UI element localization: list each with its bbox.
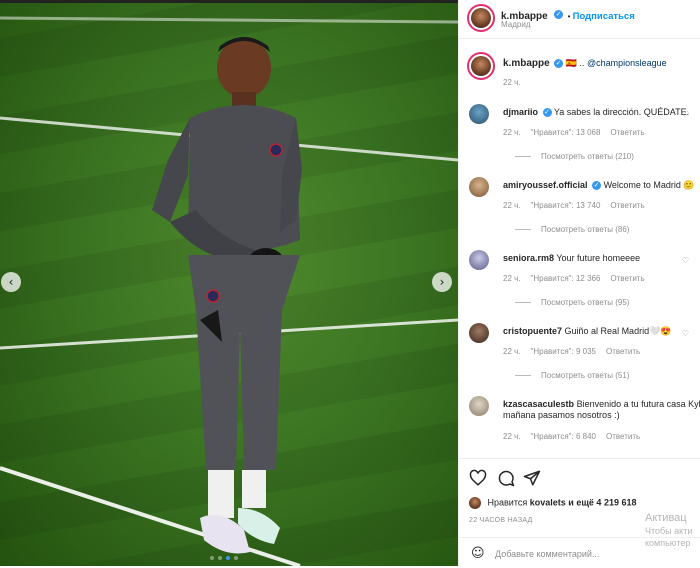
commenter-avatar[interactable] (469, 104, 489, 124)
reply-button[interactable]: Ответить (610, 128, 644, 137)
caption-avatar[interactable] (471, 56, 491, 76)
caption-flags: 🇪🇸 .. (565, 58, 585, 68)
verified-icon: ✓ (542, 108, 552, 118)
comment-likes[interactable]: "Нравится": 13 740 (531, 201, 601, 210)
commenter-avatar[interactable] (469, 177, 489, 197)
top-edge (0, 0, 458, 3)
commenter-avatar[interactable] (469, 396, 489, 416)
comment-item: kzascasaculestb Bienvenido a tu futura c… (469, 396, 700, 452)
caption-username[interactable]: k.mbappe (503, 58, 550, 69)
like-comment-icon[interactable]: ♡ (682, 183, 689, 192)
commenter-username[interactable]: cristopuente7 (503, 326, 562, 336)
verified-icon: ✓ (554, 59, 564, 69)
commenter-avatar[interactable] (469, 250, 489, 270)
comment-likes[interactable]: "Нравится": 6 840 (531, 432, 596, 441)
comment-text-continued: mañana pasamos nosotros :) (503, 410, 620, 420)
comment-time: 22 ч. (503, 347, 521, 356)
heart-icon[interactable] (469, 469, 487, 487)
reply-button[interactable]: Ответить (606, 347, 640, 356)
likes-summary: Нравится kovalets и ещё 4 219 618 (469, 497, 636, 509)
watermark-line: Чтобы акти (645, 526, 693, 536)
reply-button[interactable]: Ответить (606, 432, 640, 441)
comment-icon[interactable] (497, 469, 515, 487)
prev-photo-button[interactable]: ‹ (1, 272, 21, 292)
caption: k.mbappe ✓ 🇪🇸 .. @championsleague 22 ч. (467, 52, 700, 92)
comment-likes[interactable]: "Нравится": 9 035 (531, 347, 596, 356)
comment-text: Ya sabes la dirección. QUÉDATE. (553, 107, 690, 117)
share-icon[interactable] (523, 469, 541, 487)
view-replies-button[interactable]: Посмотреть ответы (51) (517, 371, 629, 380)
like-comment-icon[interactable]: ♡ (682, 110, 689, 119)
liker-avatar[interactable] (469, 497, 481, 509)
likes-count[interactable]: и ещё 4 219 618 (568, 497, 636, 507)
post-photo[interactable]: ‹ › (0, 0, 458, 566)
comment-text: Your future homeeee (556, 253, 641, 263)
follow-button[interactable]: Подписаться (573, 11, 635, 22)
like-comment-icon[interactable]: ♡ (682, 329, 689, 338)
verified-icon: ✓ (554, 10, 564, 20)
photo-dot-active (226, 556, 230, 560)
comment-item: seniora.rm8 Your future homeeee ♡ 22 ч. "… (469, 250, 700, 310)
comment-time: 22 ч. (503, 128, 521, 137)
comment-item: djmariio ✓ Ya sabes la dirección. QUÉDAT… (469, 104, 700, 164)
comment-time: 22 ч. (503, 432, 521, 441)
photo-dot (218, 556, 222, 560)
comment-time: 22 ч. (503, 201, 521, 210)
comment-likes[interactable]: "Нравится": 12 366 (531, 274, 601, 283)
reply-button[interactable]: Ответить (610, 201, 644, 210)
comment-likes[interactable]: "Нравится": 13 068 (531, 128, 601, 137)
post-side-panel: k.mbappe ✓ • Подписаться Мадрид k.mbappe… (458, 0, 700, 566)
likes-prefix: Нравится (487, 497, 528, 508)
windows-activation-watermark: Активац Чтобы акти компьютер (645, 512, 700, 549)
player-illustration (0, 16, 458, 566)
chevron-left-icon: ‹ (8, 275, 14, 289)
author-avatar[interactable] (471, 8, 491, 28)
location-link[interactable]: Мадрид (501, 20, 530, 29)
comment-item: cristopuente7 Guiño al Real Madrid🤍😍 ♡ 2… (469, 323, 700, 383)
next-photo-button[interactable]: › (432, 272, 452, 292)
commenter-username[interactable]: seniora.rm8 (503, 253, 554, 263)
verified-icon: ✓ (592, 181, 602, 191)
emoji-icon[interactable]: ☺ (471, 546, 485, 561)
view-replies-button[interactable]: Посмотреть ответы (210) (517, 152, 634, 161)
photo-pagination (210, 556, 238, 560)
post-age: 22 ЧАСОВ НАЗАД (469, 517, 533, 524)
chevron-right-icon: › (439, 275, 445, 289)
reply-button[interactable]: Ответить (610, 274, 644, 283)
comment-text: Bienvenido a tu futura casa Kyli (576, 399, 700, 409)
caption-mention[interactable]: @championsleague (587, 58, 667, 68)
comment-time: 22 ч. (503, 274, 521, 283)
comment-input[interactable]: Добавьте комментарий... (495, 549, 599, 559)
view-replies-button[interactable]: Посмотреть ответы (86) (517, 225, 629, 234)
commenter-username[interactable]: kzascasaculestb (503, 399, 574, 409)
watermark-line: Активац (645, 512, 687, 524)
commenter-avatar[interactable] (469, 323, 489, 343)
liker-username[interactable]: kovalets (530, 497, 566, 507)
photo-dot (234, 556, 238, 560)
caption-time: 22 ч. (503, 78, 521, 87)
comment-text: Guiño al Real Madrid🤍😍 (564, 326, 672, 336)
commenter-username[interactable]: djmariio (503, 107, 538, 117)
view-replies-button[interactable]: Посмотреть ответы (95) (517, 298, 629, 307)
like-comment-icon[interactable]: ♡ (682, 256, 689, 265)
comment-item: amiryoussef.official ✓ Welcome to Madrid… (469, 177, 700, 237)
commenter-username[interactable]: amiryoussef.official (503, 180, 588, 190)
post-header: k.mbappe ✓ • Подписаться Мадрид (459, 0, 700, 39)
photo-dot (210, 556, 214, 560)
watermark-line: компьютер (645, 538, 691, 548)
